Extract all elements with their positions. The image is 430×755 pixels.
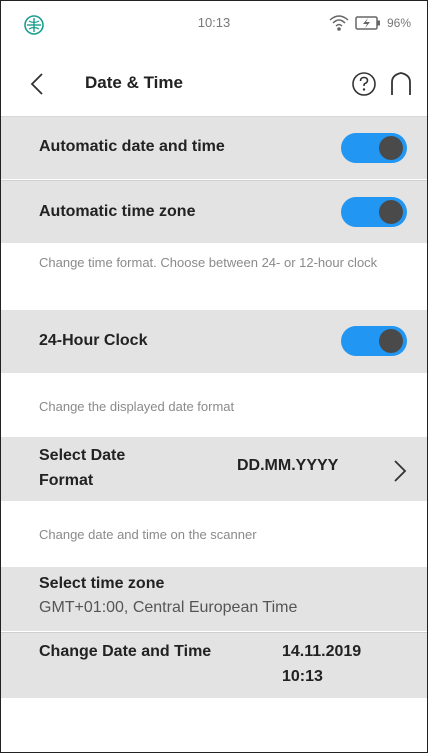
chevron-left-icon[interactable] [27, 71, 47, 97]
home-icon[interactable] [389, 71, 413, 97]
date-time-description: Change date and time on the scanner [39, 527, 257, 542]
toggle-knob [379, 329, 403, 353]
clock-24h-label: 24-Hour Clock [39, 332, 148, 349]
status-indicators: 96% [329, 14, 411, 32]
auto-date-time-toggle[interactable] [341, 133, 407, 163]
clock-24h-toggle[interactable] [341, 326, 407, 356]
select-time-zone-label: Select time zone [39, 575, 165, 592]
current-time-value: 10:13 [282, 668, 323, 685]
change-date-time-label: Change Date and Time [39, 643, 212, 660]
chevron-right-icon [394, 460, 407, 482]
auto-date-time-row: Automatic date and time [1, 117, 427, 179]
toggle-knob [379, 200, 403, 224]
auto-date-time-label: Automatic date and time [39, 138, 225, 155]
auto-time-zone-toggle[interactable] [341, 197, 407, 227]
select-time-zone-row[interactable]: Select time zone GMT+01:00, Central Euro… [1, 567, 427, 631]
time-zone-value: GMT+01:00, Central European Time [39, 599, 298, 616]
select-date-format-row[interactable]: Select Date Format DD.MM.YYYY [1, 437, 427, 501]
select-date-format-label: Select Date Format [39, 447, 126, 489]
date-format-value: DD.MM.YYYY [237, 457, 339, 474]
time-format-description-row: Change time format. Choose between 24- o… [1, 243, 427, 309]
status-bar: 10:13 96% [1, 1, 427, 52]
toggle-knob [379, 136, 403, 160]
current-date-value: 14.11.2019 [282, 643, 362, 660]
help-circle-icon[interactable] [351, 71, 377, 97]
time-format-description: Change time format. Choose between 24- o… [39, 255, 378, 270]
battery-charging-icon [355, 16, 380, 30]
wifi-icon [329, 15, 349, 31]
date-format-description-row: Change the displayed date format [1, 373, 427, 437]
auto-time-zone-label: Automatic time zone [39, 203, 196, 220]
battery-percentage: 96% [386, 16, 411, 30]
date-format-description: Change the displayed date format [39, 399, 235, 414]
date-time-description-row: Change date and time on the scanner [1, 501, 427, 567]
page-header: Date & Time [1, 51, 427, 117]
change-date-time-row[interactable]: Change Date and Time 14.11.2019 10:13 [1, 632, 427, 698]
auto-time-zone-row: Automatic time zone [1, 180, 427, 243]
phone-screen: 10:13 96% Date & Time Automatic date and… [0, 0, 428, 753]
clock-24h-row: 24-Hour Clock [1, 310, 427, 373]
page-title: Date & Time [85, 73, 183, 92]
